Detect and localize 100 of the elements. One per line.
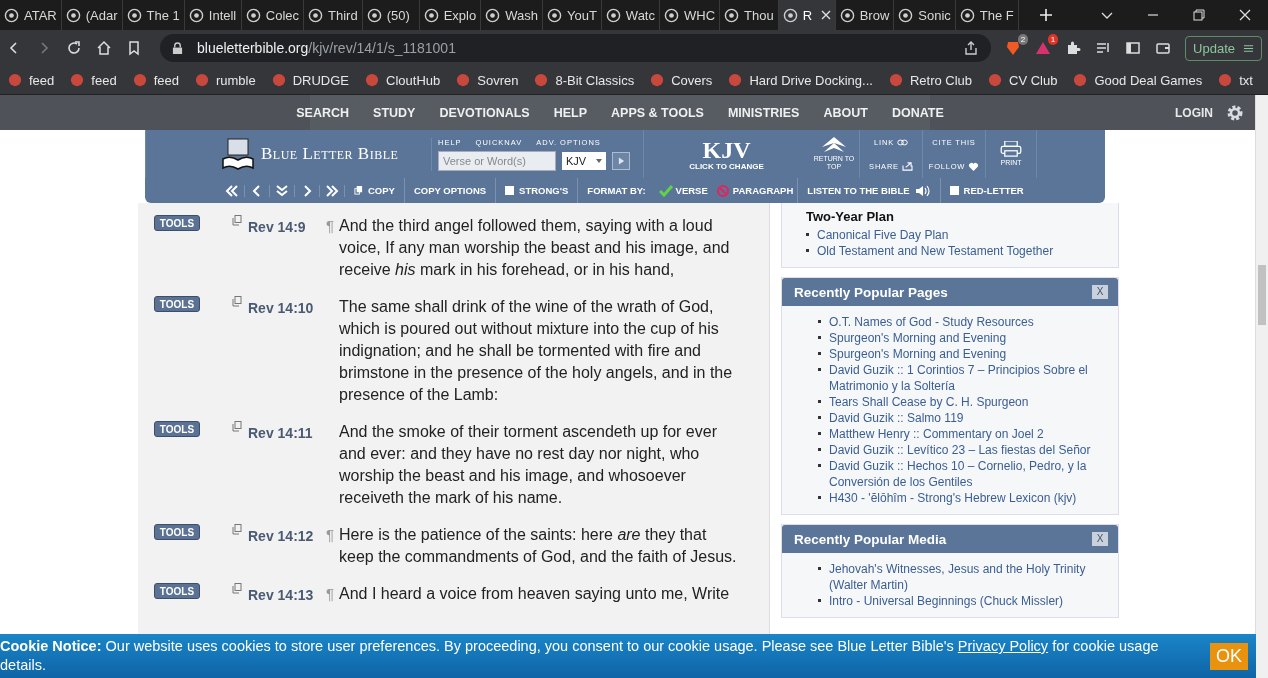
panel-link[interactable]: O.T. Names of God - Study Resources — [829, 314, 1034, 330]
panel-link[interactable]: Jehovah's Witnesses, Jesus and the Holy Trinity (Walter Martin) — [829, 561, 1108, 593]
wallet-icon[interactable] — [1155, 40, 1172, 56]
checkbox[interactable] — [949, 186, 959, 195]
paragraph-mark: ¶ — [326, 585, 335, 602]
bookmark-item[interactable]: Good Deal Games — [1073, 72, 1203, 88]
menu-icon — [1243, 42, 1254, 54]
nav-link[interactable]: ABOUT — [823, 105, 868, 120]
bookmark-item[interactable]: txt — [1218, 72, 1253, 88]
bullet-icon — [818, 336, 821, 339]
copy-icon — [354, 186, 363, 195]
scrollbar[interactable] — [1255, 95, 1268, 678]
panel-link[interactable]: Matthew Henry :: Commentary on Joel 2 — [829, 426, 1044, 442]
panel-link[interactable]: David Guzik :: 1 Corintios 7 – Principios Sobre el Matrimonio y la Soltería — [829, 362, 1108, 394]
bookmark-icon[interactable] — [126, 40, 142, 56]
copy-icon[interactable] — [232, 421, 242, 432]
panel-link[interactable]: H430 - 'ĕlōhîm - Strong's Hebrew Lexicon (kjv) — [829, 490, 1077, 506]
nav-link[interactable]: HELP — [553, 105, 588, 120]
copy-button[interactable]: COPY — [345, 178, 404, 203]
verse-reference[interactable]: Rev 14:12 — [248, 526, 326, 546]
bookmark-item[interactable]: Covers — [650, 72, 713, 88]
panel-link[interactable]: David Guzik :: Levítico 23 – Las fiestas del Señor — [829, 442, 1091, 458]
site-logo[interactable]: Blue Letter Bible — [261, 144, 399, 164]
plan-link[interactable]: Old Testament and New Testament Together — [817, 243, 1054, 259]
format-option[interactable]: PARAGRAPH — [711, 178, 798, 203]
favicon-icon — [188, 7, 204, 23]
verse-text: The same shall drink of the wine of the wrath of God, which is poured out without mixture into the cup of his indignation; and he shall be tormented with fire and brimstone in the presence of the holy angels, and in the presence of the Lamb: — [339, 297, 734, 405]
bookmark-item[interactable]: CloutHub — [365, 72, 441, 88]
nav-link[interactable]: STUDY — [373, 105, 416, 120]
checkbox[interactable] — [505, 186, 515, 195]
panel-link[interactable]: David Guzik :: Salmo 119 — [829, 410, 964, 426]
panel-link[interactable]: Tears Shall Cease by C. H. Spurgeon — [829, 394, 1029, 410]
playlist-icon[interactable] — [1095, 40, 1112, 56]
nav-link[interactable]: MINISTRIES — [727, 105, 800, 120]
tools-button[interactable]: TOOLS — [154, 215, 200, 231]
address-bar[interactable]: blueletterbible.org/kjv/rev/14/1/s_1181001 — [160, 34, 992, 62]
bookmark-item[interactable]: DRUDGE — [271, 72, 350, 88]
verse-reference[interactable]: Rev 14:13 — [248, 585, 326, 605]
nav-link[interactable]: APPS & TOOLS — [611, 105, 704, 120]
go-button[interactable] — [612, 151, 630, 170]
copy-icon[interactable] — [232, 583, 242, 594]
favicon-icon — [366, 7, 382, 23]
plan-link[interactable]: Canonical Five Day Plan — [817, 227, 949, 243]
close-button[interactable]: X — [1092, 285, 1108, 299]
bookmark-item[interactable]: rumble — [194, 72, 256, 88]
verse-reference[interactable]: Rev 14:10 — [248, 298, 326, 318]
nav-link[interactable]: DEVOTIONALS — [439, 105, 530, 120]
panel-link[interactable]: David Guzik :: Hechos 10 – Cornelio, Pedro, y la Conversión de los Gentiles — [829, 458, 1108, 490]
tools-button[interactable]: TOOLS — [154, 524, 200, 540]
copy-icon[interactable] — [232, 215, 242, 226]
version-select[interactable]: KJV — [562, 151, 606, 170]
new-tab-icon[interactable] — [1038, 8, 1053, 22]
nav-link[interactable]: SEARCH — [296, 105, 350, 120]
bookmark-item[interactable]: Sovren — [456, 72, 519, 88]
close-button[interactable]: X — [1092, 532, 1108, 546]
format-option[interactable]: VERSE — [654, 178, 712, 203]
bullet-icon — [806, 233, 809, 236]
home-icon[interactable] — [96, 40, 112, 56]
bookmark-item[interactable]: feed — [70, 72, 117, 88]
restore-icon[interactable] — [1192, 8, 1206, 22]
update-button[interactable]: Update — [1185, 35, 1262, 61]
verse-reference[interactable]: Rev 14:11 — [248, 423, 326, 443]
puzzle-icon[interactable] — [1065, 40, 1082, 56]
bullet-icon — [818, 352, 821, 355]
verse-reference[interactable]: Rev 14:9 — [248, 217, 326, 237]
favicon-icon — [782, 7, 798, 23]
bullet-icon — [806, 249, 809, 252]
bookmark-item[interactable]: Retro Club — [888, 72, 973, 88]
panel-link[interactable]: Spurgeon's Morning and Evening — [829, 346, 1007, 362]
tools-button[interactable]: TOOLS — [154, 583, 200, 599]
copy-icon[interactable] — [232, 296, 242, 307]
privacy-policy-link[interactable]: Privacy Policy — [957, 638, 1049, 654]
bookmark-item[interactable]: feed — [8, 72, 55, 88]
panel-link[interactable]: Intro - Universal Beginnings (Chuck Missler) — [829, 593, 1064, 609]
sidebar-icon[interactable] — [1125, 40, 1142, 56]
login-link[interactable]: LOGIN — [1175, 105, 1213, 120]
bookmark-item[interactable]: CV Club — [988, 72, 1058, 88]
copy-icon[interactable] — [232, 524, 242, 535]
bookmark-item[interactable]: Hard Drive Docking... — [728, 72, 873, 88]
site-icon — [132, 73, 147, 87]
tools-button[interactable]: TOOLS — [154, 296, 200, 312]
favicon-icon — [485, 7, 501, 23]
bookmark-item[interactable]: feed — [132, 72, 179, 88]
share-icon[interactable] — [963, 40, 980, 56]
bullet-icon — [818, 368, 821, 371]
triangle-icon[interactable] — [1035, 40, 1052, 56]
bookmark-item[interactable]: 8-Bit Classics — [534, 72, 635, 88]
panel-link[interactable]: Spurgeon's Morning and Evening — [829, 330, 1007, 346]
count-badge: 2 — [1017, 34, 1029, 45]
tools-button[interactable]: TOOLS — [154, 421, 200, 437]
bullet-icon — [818, 464, 821, 467]
search-field[interactable]: Verse or Word(s) — [438, 150, 556, 171]
reload-icon[interactable] — [66, 40, 82, 56]
close-icon[interactable] — [1238, 8, 1252, 22]
nav-link[interactable]: DONATE — [891, 105, 944, 120]
bullet-icon — [818, 599, 821, 602]
panel-title: Recently Popular Media — [794, 531, 947, 547]
close-icon[interactable] — [820, 10, 831, 20]
lock-icon — [172, 41, 183, 55]
browser-tab[interactable]: R — [778, 0, 836, 30]
